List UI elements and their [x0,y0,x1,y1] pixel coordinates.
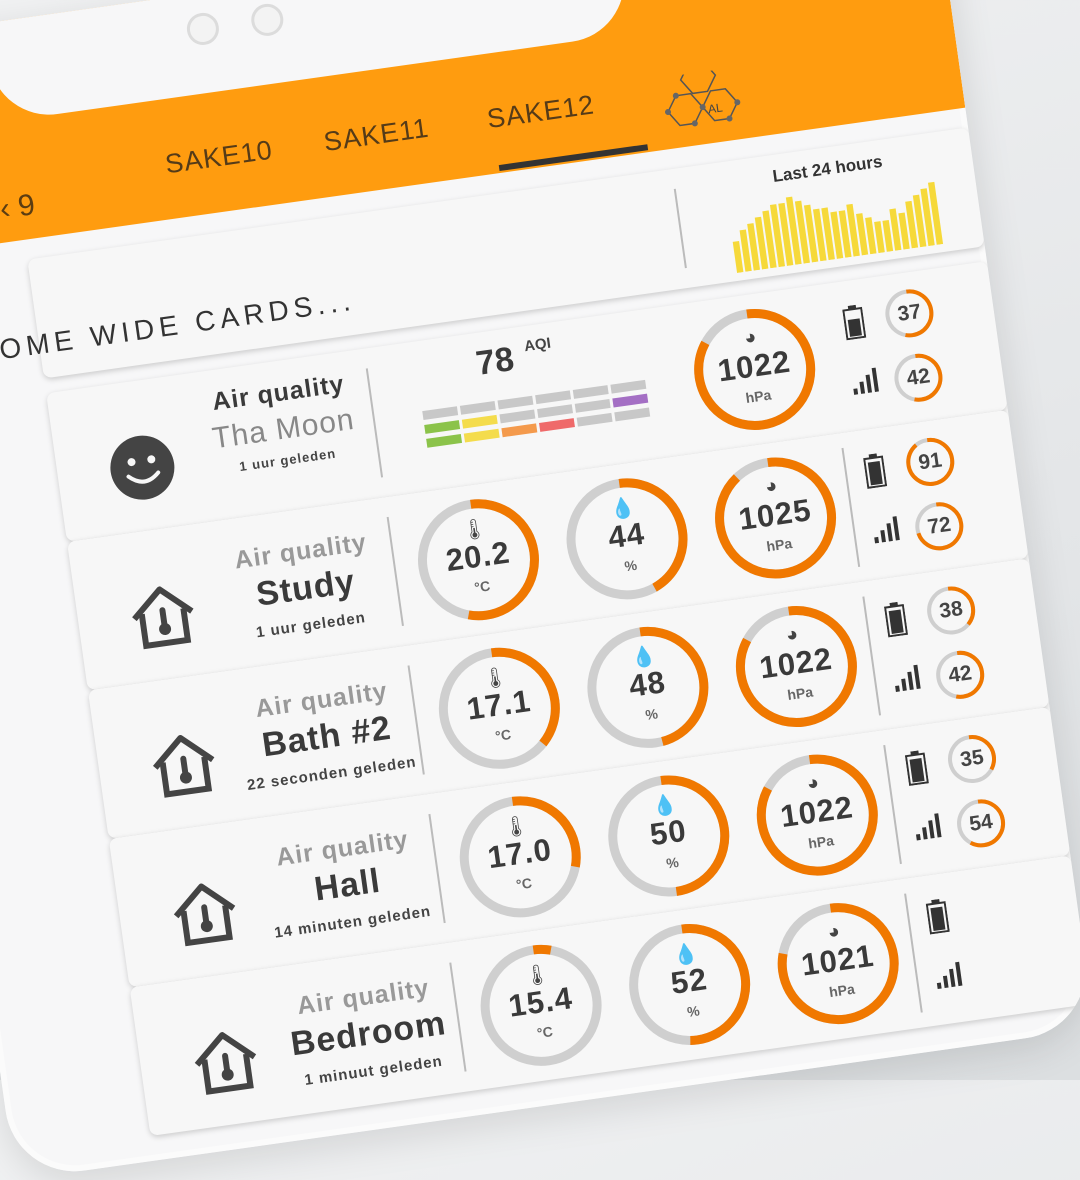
aqi-segment [424,420,461,434]
house-thermometer-icon [194,1032,257,1095]
card-meta: Air quality Study 1 uur geleden [108,511,374,675]
pressure-gauge: ◕ 1025 hPa [702,445,849,592]
aqi-segment [572,385,609,399]
signal-ring: 72 [910,497,969,556]
humidity-gauge: 💧 52 % [616,911,763,1058]
section-title: OME WIDE CARDS... [0,284,358,366]
aqi-segment [422,406,459,421]
battery-icon [842,304,867,341]
card-meta: Air quality Hall 14 minuten geleden [150,808,432,972]
aqi-unit: AQI [523,334,552,356]
signal-icon [915,813,942,841]
humidity-gauge: 💧 48 % [574,614,721,761]
pressure-gauge: ◕ 1021 hPa [765,890,912,1037]
tab-sake12[interactable]: SAKE12 [485,89,596,135]
phone-frame: ➤ SAKE10 SAKE11 SAKE12 ‹ 9 A [0,0,1080,1180]
aqi-segment [426,433,463,448]
previous-tab-button[interactable]: ‹ 9 [0,188,37,227]
battery-ring: 37 [880,284,939,343]
active-tab-indicator [498,144,649,172]
signal-ring: 54 [952,794,1011,853]
battery-ring: 38 [922,581,981,640]
aqi-segment [614,407,651,422]
house-thermometer-icon [132,586,194,650]
aqi-segment [535,390,572,405]
smiley-face-icon [110,435,175,500]
card-meta: Air quality Tha Moon 1 uur geleden [87,363,357,527]
aqi-segment [497,395,534,410]
sensor-dot [184,10,221,48]
aqi-segment [501,423,538,438]
tab-sake10[interactable]: SAKE10 [163,135,274,181]
aqi-segment [499,409,536,424]
aqi-indicator: 78 AQI [404,319,678,474]
pressure-gauge: ◕ 1022 hPa [723,593,870,740]
aqi-segment [461,414,498,429]
aqi-segment [537,404,573,419]
signal-icon [895,664,921,692]
pressure-gauge: ◕ 1022 hPa [681,296,828,443]
phone-stage: ➤ SAKE10 SAKE11 SAKE12 ‹ 9 A [0,0,1080,1180]
previous-tab-label: 9 [15,188,38,224]
humidity-gauge: 💧 50 % [595,763,742,910]
card-meta: Air quality Bath #2 22 seconden geleden [129,660,418,824]
signal-icon [874,516,900,544]
signal-ring: 42 [889,348,948,407]
signal-icon [936,961,963,990]
battery-icon [904,750,929,787]
aqi-segment [539,418,575,432]
signal-ring: 42 [931,645,990,704]
battery-ring: 91 [901,433,960,492]
temperature-gauge: 🌡 15.4 °C [468,932,615,1079]
aqi-value: 78 [473,340,517,383]
chevron-left-icon: ‹ [0,191,13,226]
divider [673,188,687,269]
temperature-gauge: 🌡 20.2 °C [405,486,552,633]
card-meta: Air quality Bedroom 1 minuut geleden [171,957,448,1121]
humidity-gauge: 💧 44 % [554,465,701,612]
tab-sake11[interactable]: SAKE11 [322,113,431,158]
house-thermometer-icon [173,883,236,947]
svg-text:AL: AL [707,100,724,116]
signal-icon [853,367,879,395]
temperature-gauge: 🌡 17.1 °C [426,635,573,782]
aqi-segment [459,400,496,415]
pressure-gauge: ◕ 1022 hPa [744,742,891,889]
battery-icon [925,898,950,935]
hexagon-logo-icon: AL [665,64,741,127]
aqi-segment [574,398,611,413]
temperature-gauge: 🌡 17.0 °C [447,783,594,930]
aqi-segment [612,393,649,408]
battery-ring: 35 [943,730,1002,789]
camera-dot [249,1,286,38]
battery-icon [863,453,888,489]
aqi-segment [463,428,500,443]
aqi-segment [610,379,647,394]
battery-icon [883,601,909,638]
house-thermometer-icon [152,734,215,798]
aqi-segment [576,412,613,427]
